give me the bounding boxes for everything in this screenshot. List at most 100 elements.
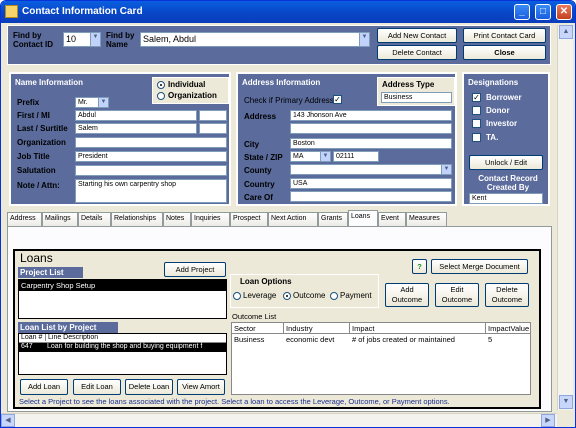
investor-checkbox[interactable]: [472, 119, 481, 128]
chevron-down-icon[interactable]: ▼: [320, 152, 330, 161]
tab-loans[interactable]: Loans: [348, 210, 378, 226]
maximize-button[interactable]: □: [535, 4, 551, 20]
horizontal-scrollbar[interactable]: ◀ ▶: [1, 413, 557, 427]
impact-value-cell: 5: [488, 335, 493, 344]
find-id-combo[interactable]: 10 ▼: [63, 32, 101, 47]
county-combo[interactable]: ▼: [290, 164, 452, 175]
view-amort-button[interactable]: View Amort: [177, 379, 225, 395]
close-button[interactable]: Close: [463, 45, 546, 60]
delete-contact-button[interactable]: Delete Contact: [377, 45, 457, 60]
unlock-edit-button[interactable]: Unlock / Edit: [469, 155, 543, 170]
address-panel-title: Address Information: [242, 78, 321, 87]
impact-cell: # of jobs created or maintained: [352, 335, 455, 344]
scroll-down-icon[interactable]: ▼: [559, 395, 573, 409]
tab-measures[interactable]: Measures: [406, 212, 447, 226]
edit-loan-button[interactable]: Edit Loan: [73, 379, 121, 395]
ta-checkbox[interactable]: [472, 133, 481, 142]
primary-address-checkbox[interactable]: ✓: [333, 95, 342, 104]
minimize-button[interactable]: _: [514, 4, 530, 20]
note-label: Note / Attn:: [17, 181, 60, 190]
delete-loan-button[interactable]: Delete Loan: [125, 379, 173, 395]
merge-document-button[interactable]: Select Merge Document: [431, 259, 528, 274]
find-name-combo[interactable]: Salem, Abdul ▼: [140, 32, 370, 47]
prefix-combo[interactable]: Mr. ▼: [75, 97, 109, 108]
project-listbox[interactable]: Carpentry Shop Setup: [18, 279, 227, 319]
salutation-field[interactable]: [75, 165, 227, 176]
first-name-field[interactable]: Abdul: [75, 110, 197, 121]
contact-kind-group: Individual Organization: [152, 77, 229, 104]
name-panel-title: Name Information: [15, 78, 84, 87]
address-type-field[interactable]: Business: [381, 92, 452, 103]
care-of-field[interactable]: [290, 191, 452, 202]
loan-listbox[interactable]: Loan # Line Description 647 Loan for bui…: [18, 333, 227, 375]
tab-details[interactable]: Details: [78, 212, 111, 226]
chevron-down-icon[interactable]: ▼: [441, 165, 451, 174]
title-bar: Contact Information Card _ □ ✕: [1, 1, 575, 23]
last-name-field[interactable]: Salem: [75, 123, 197, 134]
scroll-up-icon[interactable]: ▲: [559, 25, 573, 39]
contact-window: Contact Information Card _ □ ✕ Find by C…: [0, 0, 576, 428]
close-window-button[interactable]: ✕: [556, 4, 572, 20]
leverage-radio[interactable]: [233, 292, 241, 300]
delete-outcome-button[interactable]: Delete Outcome: [485, 283, 529, 307]
loan-row[interactable]: 647 Loan for building the shop and buyin…: [19, 343, 226, 352]
tab-grants[interactable]: Grants: [318, 212, 348, 226]
add-project-button[interactable]: Add Project: [164, 262, 226, 277]
leverage-label: Leverage: [243, 291, 277, 300]
outcome-row[interactable]: Business economic devt # of jobs created…: [232, 334, 530, 344]
surtitle-field[interactable]: [199, 123, 227, 134]
outcome-radio[interactable]: [283, 292, 291, 300]
chevron-down-icon[interactable]: ▼: [359, 33, 369, 46]
tab-mailings[interactable]: Mailings: [42, 212, 78, 226]
outcome-list-header: Sector Industry Impact ImpactValue: [232, 323, 530, 334]
chevron-down-icon[interactable]: ▼: [98, 98, 108, 107]
country-field[interactable]: USA: [290, 178, 452, 189]
outcome-list-label: Outcome List: [232, 312, 277, 321]
loan-options-label: Loan Options: [240, 277, 292, 286]
zip-field[interactable]: 02111: [333, 151, 379, 162]
sector-header: Sector: [234, 324, 256, 333]
tab-next-action[interactable]: Next Action: [268, 212, 318, 226]
help-button[interactable]: ?: [412, 259, 427, 274]
find-name-label: Find by Name: [106, 31, 135, 49]
add-loan-button[interactable]: Add Loan: [20, 379, 68, 395]
address-line1-field[interactable]: 143 Jhonson Ave: [290, 110, 452, 121]
payment-label: Payment: [340, 291, 372, 300]
organization-field[interactable]: [75, 137, 227, 148]
outcome-list[interactable]: Sector Industry Impact ImpactValue Busin…: [231, 322, 531, 395]
impact-header: Impact: [349, 323, 375, 333]
address-label: Address: [244, 112, 277, 121]
chevron-down-icon[interactable]: ▼: [90, 33, 100, 46]
job-title-field[interactable]: President: [75, 151, 227, 162]
created-by-field[interactable]: Kent: [469, 193, 543, 204]
scroll-right-icon[interactable]: ▶: [541, 414, 555, 427]
middle-initial-field[interactable]: [199, 110, 227, 121]
tab-prospect[interactable]: Prospect: [230, 212, 268, 226]
state-combo[interactable]: MA ▼: [290, 151, 331, 162]
tab-event[interactable]: Event: [378, 212, 406, 226]
vertical-scrollbar[interactable]: ▲ ▼: [557, 25, 573, 410]
tab-notes[interactable]: Notes: [163, 212, 191, 226]
loans-title: Loans: [20, 251, 53, 265]
scroll-left-icon[interactable]: ◀: [1, 414, 15, 427]
individual-radio[interactable]: [157, 81, 165, 89]
print-card-button[interactable]: Print Contact Card: [463, 28, 546, 43]
donor-checkbox[interactable]: [472, 106, 481, 115]
add-outcome-button[interactable]: Add Outcome: [385, 283, 429, 307]
address-line2-field[interactable]: [290, 123, 452, 134]
tab-relationships[interactable]: Relationships: [111, 212, 163, 226]
organization-label: Organization: [168, 91, 217, 100]
payment-radio[interactable]: [330, 292, 338, 300]
app-icon: [5, 5, 18, 18]
tab-address[interactable]: Address: [7, 212, 42, 226]
edit-outcome-button[interactable]: Edit Outcome: [435, 283, 479, 307]
organization-radio[interactable]: [157, 92, 165, 100]
borrower-checkbox[interactable]: ✓: [472, 93, 481, 102]
add-contact-button[interactable]: Add New Contact: [377, 28, 457, 43]
designations-panel: Designations ✓ Borrower Donor Investor T…: [462, 72, 550, 206]
last-name-label: Last / Surtitle: [17, 124, 68, 133]
project-item[interactable]: Carpentry Shop Setup: [19, 280, 226, 291]
note-field[interactable]: Starting his own carpentry shop: [75, 179, 227, 203]
city-field[interactable]: Boston: [290, 138, 452, 149]
tab-inquiries[interactable]: Inquiries: [191, 212, 230, 226]
